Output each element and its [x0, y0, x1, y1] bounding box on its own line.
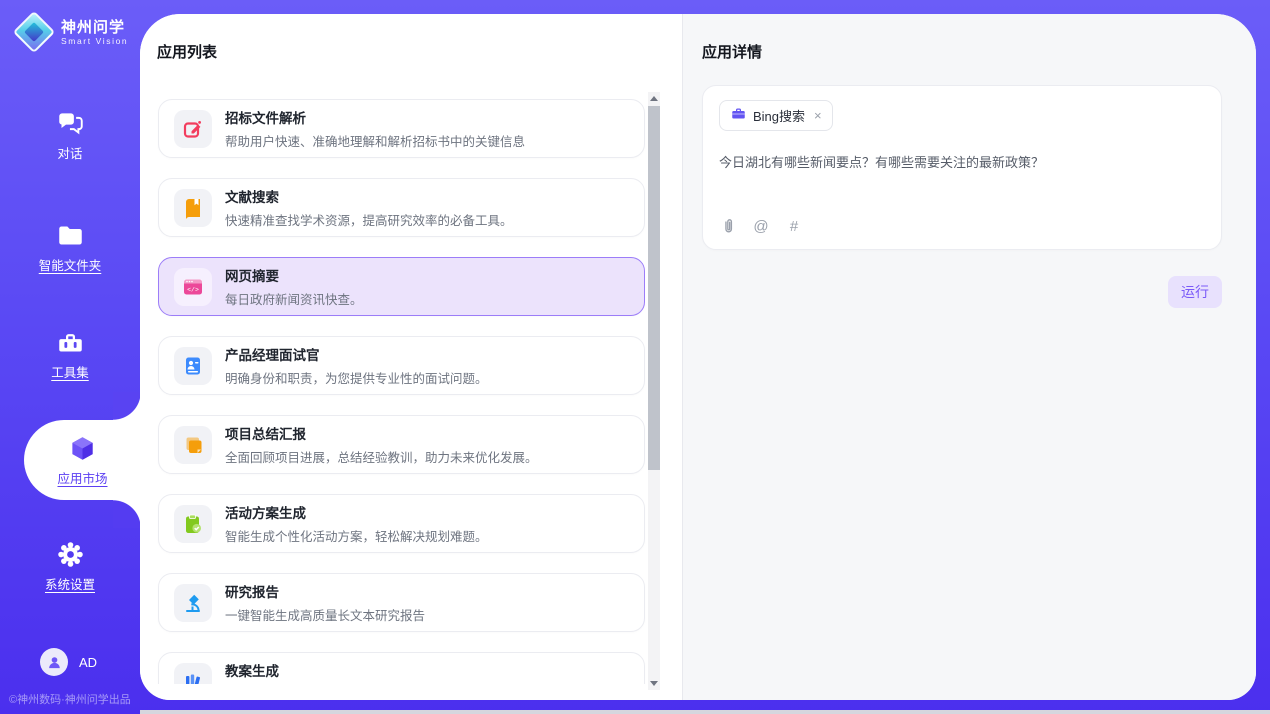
brand-diamond-icon — [14, 12, 54, 52]
app-detail-panel: 应用详情 Bing搜索 × 今日湖北有哪些新闻要点？有哪些需要关注的最新政策？ … — [682, 14, 1256, 700]
app-list: 招标文件解析 帮助用户快速、准确地理解和解析招标书中的关键信息 文献搜索 快速精… — [140, 85, 646, 684]
app-detail-title: 应用详情 — [702, 41, 1222, 62]
app-card-title: 教案生成 — [225, 660, 475, 680]
notes-icon — [174, 426, 212, 464]
app-card-research-report[interactable]: 研究报告 一键智能生成高质量长文本研究报告 — [158, 573, 645, 632]
sidebar-item-label: 智能文件夹 — [39, 259, 102, 273]
app-card-desc: 帮助用户快速、准确地理解和解析招标书中的关键信息 — [225, 131, 525, 150]
tool-chip-bing-search[interactable]: Bing搜索 × — [719, 100, 833, 131]
sidebar-item-label: 应用市场 — [57, 472, 107, 486]
sidebar-item-app-market[interactable]: 应用市场 — [24, 420, 141, 500]
app-card-title: 网页摘要 — [225, 265, 363, 285]
composer-toolbar: @ # — [719, 217, 1203, 235]
sidebar: 神州问学 Smart Vision 对话 智能文件夹 工具集 — [0, 0, 140, 714]
app-card-title: 招标文件解析 — [225, 107, 525, 127]
sidebar-item-toolset[interactable]: 工具集 — [0, 329, 140, 382]
app-card-pm-interviewer[interactable]: 产品经理面试官 明确身份和职责，为您提供专业性的面试问题。 — [158, 336, 645, 395]
sidebar-item-label: 系统设置 — [45, 578, 95, 592]
tool-chip-label: Bing搜索 — [753, 106, 805, 125]
sidebar-item-label: 工具集 — [51, 366, 89, 380]
interview-icon — [174, 347, 212, 385]
books-icon — [174, 663, 212, 685]
sidebar-item-label: 对话 — [57, 147, 82, 161]
scroll-up-icon[interactable] — [648, 92, 660, 105]
svg-text:</>: </> — [187, 286, 199, 293]
app-card-title: 产品经理面试官 — [225, 344, 488, 364]
run-button[interactable]: 运行 — [1168, 276, 1222, 308]
app-card-title: 项目总结汇报 — [225, 423, 538, 443]
sidebar-item-chat[interactable]: 对话 — [0, 110, 140, 163]
app-card-desc: 快速精准查找学术资源，提高研究效率的必备工具。 — [225, 210, 513, 229]
app-card-event-plan[interactable]: 活动方案生成 智能生成个性化活动方案，轻松解决规划难题。 — [158, 494, 645, 553]
close-icon[interactable]: × — [814, 109, 822, 122]
app-card-literature-search[interactable]: 文献搜索 快速精准查找学术资源，提高研究效率的必备工具。 — [158, 178, 645, 237]
query-text[interactable]: 今日湖北有哪些新闻要点？有哪些需要关注的最新政策？ — [719, 153, 1203, 173]
composer-card: Bing搜索 × 今日湖北有哪些新闻要点？有哪些需要关注的最新政策？ @ # — [702, 85, 1222, 250]
app-card-lesson-plan[interactable]: 教案生成 模板驱动，教案秒成，教学准备从此轻松快捷 — [158, 652, 645, 684]
user-initials: AD — [79, 655, 97, 670]
list-scrollbar[interactable] — [648, 92, 660, 690]
app-card-title: 研究报告 — [225, 581, 425, 601]
gear-icon — [57, 541, 84, 568]
cube-icon — [69, 435, 96, 462]
app-card-title: 活动方案生成 — [225, 502, 488, 522]
chat-icon — [57, 110, 84, 137]
scroll-down-icon[interactable] — [648, 677, 660, 690]
attachment-paperclip-icon[interactable] — [719, 217, 737, 235]
sidebar-item-smart-folders[interactable]: 智能文件夹 — [0, 222, 140, 275]
briefcase-icon — [731, 106, 746, 126]
app-card-title: 文献搜索 — [225, 186, 513, 206]
user-account[interactable]: AD — [0, 648, 140, 676]
app-window: 神州问学 Smart Vision 对话 智能文件夹 工具集 — [0, 0, 1270, 714]
toolbox-icon — [57, 329, 84, 356]
app-card-desc: 每日政府新闻资讯快查。 — [225, 289, 363, 308]
app-card-desc: 一键智能生成高质量长文本研究报告 — [225, 605, 425, 624]
bottom-strip — [140, 710, 1270, 714]
clipboard-check-icon — [174, 505, 212, 543]
app-list-title: 应用列表 — [157, 41, 217, 62]
brand-name: 神州问学 — [61, 19, 128, 36]
app-card-desc: 智能生成个性化活动方案，轻松解决规划难题。 — [225, 526, 488, 545]
browser-code-icon: </> — [174, 268, 212, 306]
app-card-desc: 明确身份和职责，为您提供专业性的面试问题。 — [225, 368, 488, 387]
book-icon — [174, 189, 212, 227]
copyright-text: ©神州数码·神州问学出品 — [9, 691, 131, 707]
app-card-bid-doc-parse[interactable]: 招标文件解析 帮助用户快速、准确地理解和解析招标书中的关键信息 — [158, 99, 645, 158]
mention-at-icon[interactable]: @ — [752, 217, 770, 235]
brand-logo: 神州问学 Smart Vision — [14, 12, 128, 52]
brand-subtitle: Smart Vision — [61, 36, 128, 46]
app-card-web-summary[interactable]: </> 网页摘要 每日政府新闻资讯快查。 — [158, 257, 645, 316]
microscope-icon — [174, 584, 212, 622]
content-area: 应用列表 招标文件解析 帮助用户快速、准确地理解和解析招标书中的关键信息 — [140, 14, 1256, 700]
sidebar-item-settings[interactable]: 系统设置 — [0, 541, 140, 594]
app-card-desc: 全面回顾项目进展，总结经验教训，助力未来优化发展。 — [225, 447, 538, 466]
avatar — [40, 648, 68, 676]
doc-edit-icon — [174, 110, 212, 148]
hashtag-icon[interactable]: # — [785, 217, 803, 235]
app-card-project-summary[interactable]: 项目总结汇报 全面回顾项目进展，总结经验教训，助力未来优化发展。 — [158, 415, 645, 474]
folder-icon — [57, 222, 84, 249]
app-list-panel: 应用列表 招标文件解析 帮助用户快速、准确地理解和解析招标书中的关键信息 — [140, 14, 682, 700]
scrollbar-thumb[interactable] — [648, 106, 660, 470]
